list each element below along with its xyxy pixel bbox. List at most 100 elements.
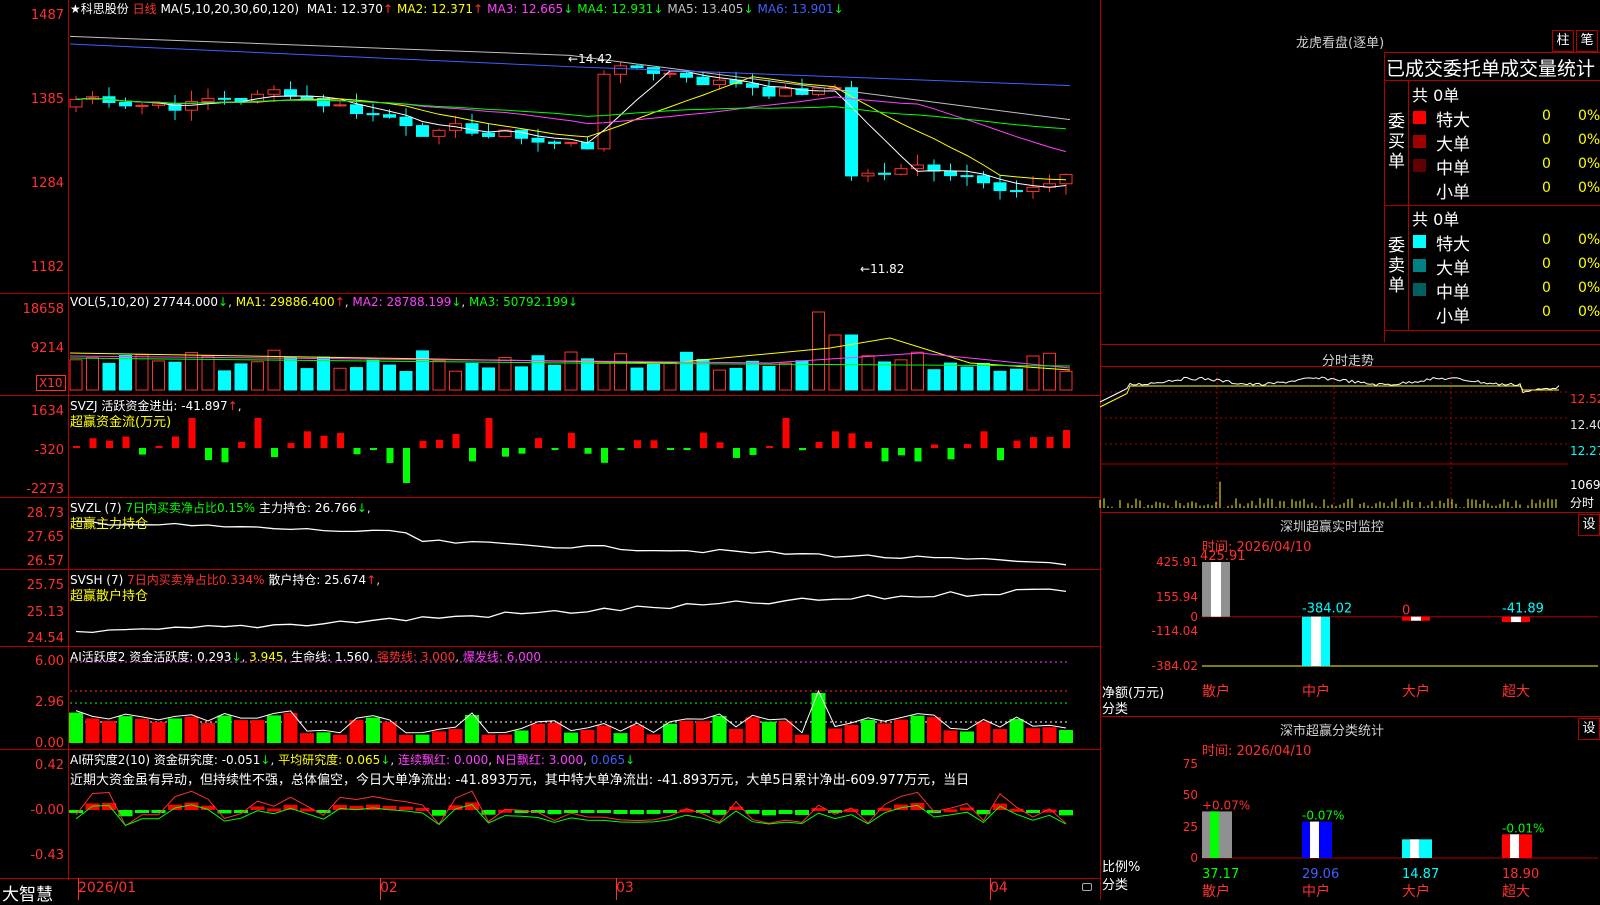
- research-bar: [498, 809, 512, 813]
- buy-row-count: 0: [1542, 156, 1551, 172]
- research-bar: [151, 810, 166, 813]
- volume-bar: [597, 362, 611, 391]
- volume-bar: [69, 359, 83, 391]
- flow-bar: [403, 448, 410, 483]
- buy-row-count: 0: [1542, 180, 1551, 196]
- volume-bar: [300, 368, 314, 391]
- activity-bar: [910, 715, 925, 743]
- volume-bar: [878, 361, 891, 391]
- x-axis-label: 02: [380, 880, 398, 896]
- activity-bar: [267, 715, 281, 743]
- research-bar: [795, 810, 809, 815]
- sell-side-label: 委卖单: [1388, 236, 1405, 296]
- activity-bar: [580, 729, 595, 743]
- candle-body: [960, 175, 974, 178]
- candle-body: [680, 72, 693, 78]
- activity-bar: [927, 717, 941, 743]
- monitor-value-label: 0: [1402, 604, 1410, 619]
- flow-bar: [568, 432, 575, 448]
- activity-bar: [1059, 730, 1073, 743]
- activity-bar: [481, 734, 496, 743]
- activity-bar: [1009, 719, 1024, 743]
- sell-row-count: 0: [1542, 256, 1551, 272]
- svzl-chart[interactable]: [70, 500, 1100, 568]
- volume-bar: [1010, 368, 1023, 391]
- activity-bar: [250, 720, 265, 743]
- candle-body: [1059, 173, 1073, 185]
- candle-body: [614, 65, 627, 75]
- flow-bar: [436, 439, 443, 448]
- sz-monitor-settings-button[interactable]: 设: [1578, 514, 1600, 536]
- intraday-tick: 12.52: [1570, 392, 1600, 406]
- activity-bar: [745, 717, 760, 743]
- volume-bar: [317, 356, 330, 391]
- svzl-ytick: 27.65: [26, 530, 64, 545]
- sz-monitor-chart[interactable]: 425.91 散户 -384.02 中户 0 大户 -41.89 超大: [1200, 549, 1598, 700]
- volume-bar: [861, 355, 875, 391]
- class-ytick: 25: [1182, 819, 1198, 834]
- research-bar: [943, 809, 958, 813]
- activity-bar: [795, 734, 809, 743]
- flow-bar: [1030, 437, 1037, 448]
- intraday-tick: 12.40: [1570, 418, 1600, 432]
- volume-bar: [432, 360, 446, 391]
- sz-class-settings-button[interactable]: 设: [1578, 718, 1600, 740]
- research-bar: [613, 810, 628, 814]
- volume-chart[interactable]: [69, 308, 1100, 391]
- vol-ma1: MA1: 29886.400: [235, 295, 335, 309]
- flow-bar: [485, 418, 493, 448]
- volume-bar: [960, 366, 974, 391]
- svsh-chart[interactable]: [70, 572, 1100, 645]
- main-holding-line: [75, 520, 1067, 566]
- bar-mode-button[interactable]: 柱: [1552, 30, 1574, 52]
- activity-bar: [448, 729, 463, 743]
- vol-name: VOL(5,10,20): [70, 295, 150, 309]
- research-bar: [597, 810, 611, 813]
- activity-bar: [366, 717, 380, 743]
- activity-bar: [1026, 728, 1040, 743]
- activity-bar: [712, 716, 727, 743]
- candle-body: [152, 103, 165, 106]
- class-value-label: 18.90: [1502, 867, 1539, 882]
- flow-bar: [1013, 440, 1021, 448]
- ai-active-chart[interactable]: [69, 660, 1100, 748]
- candle-body: [762, 86, 776, 97]
- candle-body: [713, 79, 726, 86]
- intraday-vol-tick: 1069: [1570, 478, 1600, 492]
- svzj-ytick: -320: [34, 443, 64, 458]
- flow-bar: [271, 448, 278, 458]
- pen-mode-button[interactable]: 笔: [1576, 30, 1598, 52]
- volume-bar: [944, 362, 957, 391]
- sell-row-label: 中单: [1436, 283, 1470, 303]
- buy-row-swatch: [1413, 135, 1426, 148]
- monitor-value-label: 425.91: [1200, 549, 1246, 564]
- buy-row-pct: 0%: [1578, 156, 1600, 172]
- flow-bar: [815, 442, 823, 448]
- candle-body: [894, 168, 908, 175]
- lock-icon[interactable]: [1082, 883, 1092, 891]
- volume-bar: [630, 367, 644, 391]
- brand-logo: 大智慧: [2, 885, 53, 905]
- intraday-chart[interactable]: [1099, 372, 1568, 510]
- activity-bar: [85, 718, 100, 743]
- sz-monitor-ylabel2: 分类: [1102, 702, 1129, 717]
- ai-research-chart[interactable]: [69, 790, 1100, 878]
- activity-bar: [102, 720, 116, 743]
- candle-body: [201, 97, 215, 103]
- sell-row-swatch: [1413, 283, 1426, 296]
- volume-bar: [201, 355, 215, 391]
- ai-research-l5: 0.065: [590, 753, 626, 767]
- sz-class-chart[interactable]: +0.07% 37.17散户 -0.07% 29.06中户 14.87大户 -0.01% 1…: [1202, 762, 1598, 900]
- volume-bar: [894, 359, 908, 391]
- activity-bar: [184, 716, 199, 743]
- candle-body: [432, 129, 446, 137]
- activity-bar: [333, 734, 347, 743]
- vol-ytick: 9214: [30, 341, 64, 356]
- buy-row-swatch: [1413, 183, 1426, 196]
- activity-bar: [613, 733, 628, 743]
- flow-bar: [337, 433, 344, 448]
- class-ytick: 75: [1182, 757, 1198, 771]
- volume-bar: [680, 351, 693, 391]
- svzj-chart[interactable]: [70, 398, 1100, 496]
- volume-bar: [977, 362, 990, 391]
